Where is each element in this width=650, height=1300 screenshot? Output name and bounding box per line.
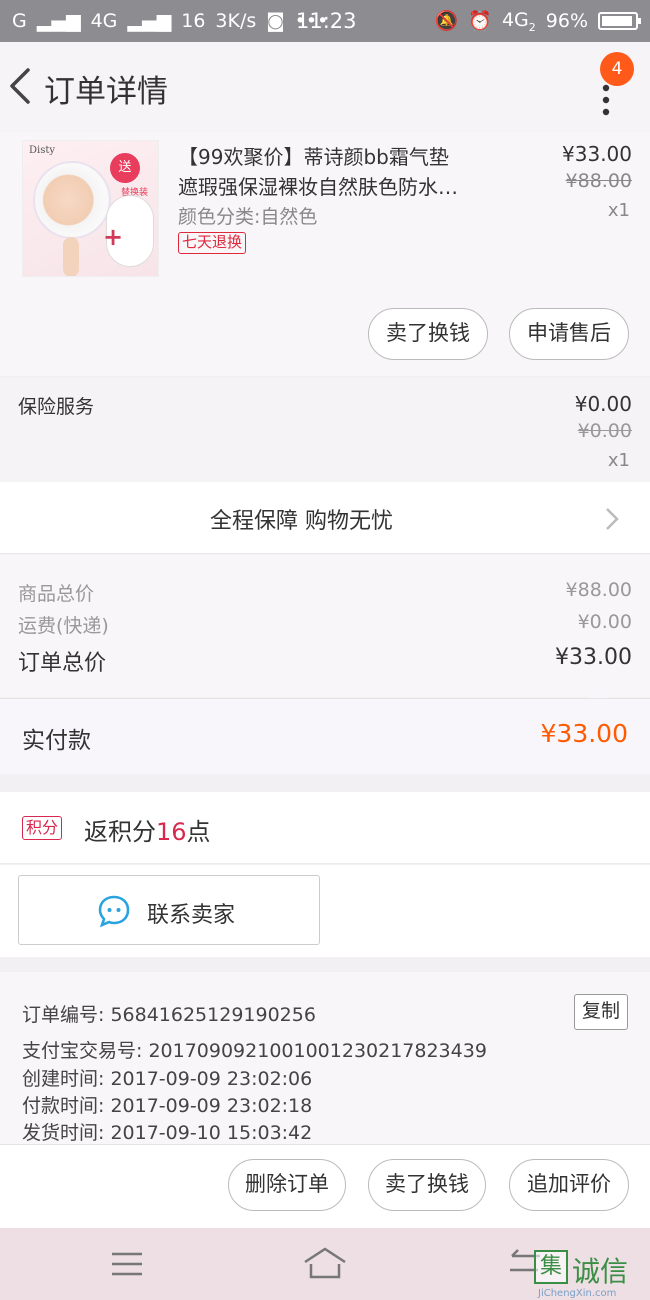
network-2: 16	[181, 10, 206, 32]
watermark-text: 诚信	[572, 1255, 629, 1288]
order-total-value: ¥33.00	[555, 645, 632, 670]
brand-logo: Disty	[29, 145, 56, 156]
return-policy-tag: 七天退换	[178, 232, 247, 254]
contact-section: 联系卖家	[0, 865, 650, 957]
product-card[interactable]: Disty 送 替换装 + 【99欢聚价】蒂诗颜bb霜气垫 遮瑕强保湿裸妆自然肤…	[0, 132, 650, 376]
shipped-time: 发货时间: 2017-09-10 15:03:42	[22, 1122, 313, 1144]
copy-button[interactable]: 复制	[574, 994, 628, 1030]
bottom-action-bar: 删除订单 卖了换钱 追加评价	[0, 1144, 650, 1228]
chat-bubble-icon	[98, 895, 130, 928]
goods-total-label: 商品总价	[18, 583, 95, 605]
insurance-price: ¥0.00	[574, 392, 632, 416]
order-total-row: 订单总价 ¥33.00	[18, 645, 632, 677]
product-spec: 颜色分类:自然色	[178, 206, 318, 228]
plus-mark: +	[103, 223, 124, 251]
paid-amount-row: 实付款 ¥33.00	[0, 698, 650, 774]
menu-icon[interactable]	[110, 1250, 144, 1278]
order-detail-page: { "status_bar": { "carrier": "G", "netwo…	[0, 0, 650, 1300]
product-price: ¥33.00	[562, 142, 632, 166]
back-arrow-icon[interactable]	[6, 64, 38, 108]
shipping-row: 运费(快递) ¥0.00	[18, 611, 632, 638]
order-total-label: 订单总价	[18, 651, 107, 676]
signal-icon: ▂▄▆	[36, 10, 81, 32]
created-time: 创建时间: 2017-09-09 23:02:06	[22, 1068, 313, 1090]
battery-level: 96%	[545, 9, 588, 32]
network-1: 4G	[90, 10, 118, 32]
insurance-section: 保险服务 ¥0.00 ¥0.00 x1	[0, 378, 650, 482]
signal-icon: ▂▄▆	[127, 10, 172, 32]
watermark-url: JiChengXin.com	[538, 1288, 617, 1299]
points-tag: 积分	[22, 816, 63, 840]
order-number: 订单编号: 56841625129190256	[22, 1004, 316, 1026]
nav-header: 订单详情	[0, 42, 650, 132]
shipping-value: ¥0.00	[577, 611, 632, 633]
shipping-label: 运费(快递)	[18, 615, 109, 637]
product-original-price: ¥88.00	[565, 170, 632, 192]
cushion-compact-image	[33, 161, 111, 239]
app-icon: ◙	[266, 10, 285, 32]
points-number: 16	[156, 818, 187, 846]
carrier: G	[12, 10, 27, 32]
points-text: 返积分16点	[84, 818, 211, 846]
points-row: 积分 返积分16点	[0, 792, 650, 864]
insurance-label: 保险服务	[18, 396, 95, 418]
status-bar: G ▂▄▆ 4G ▂▄▆ 16 3K/s ◙ ••• 11:23 🔕 ⏰ 4G2…	[0, 0, 650, 42]
net-speed: 3K/s	[215, 10, 257, 32]
product-drop-image	[63, 237, 79, 276]
clock: 11:23	[296, 9, 357, 33]
goods-total-row: 商品总价 ¥88.00	[18, 579, 632, 606]
network-3: 4G2	[501, 8, 536, 34]
insurance-original-price: ¥0.00	[577, 420, 632, 442]
resell-bottom-button[interactable]: 卖了换钱	[368, 1159, 486, 1211]
add-review-button[interactable]: 追加评价	[509, 1159, 629, 1211]
product-image[interactable]: Disty 送 替换装 +	[22, 140, 159, 277]
product-quantity: x1	[607, 200, 630, 221]
paid-label: 实付款	[22, 728, 91, 754]
after-sale-button[interactable]: 申请售后	[509, 308, 629, 360]
product-title[interactable]: 【99欢聚价】蒂诗颜bb霜气垫 遮瑕强保湿裸妆自然肤色防水…	[178, 142, 488, 202]
notch-marker	[588, 688, 608, 698]
page-title: 订单详情	[44, 74, 168, 110]
price-summary: 商品总价 ¥88.00 运费(快递) ¥0.00 订单总价 ¥33.00	[0, 555, 650, 697]
order-info: 订单编号: 56841625129190256 支付宝交易号: 20170909…	[0, 972, 650, 1144]
contact-seller-button[interactable]: 联系卖家	[18, 875, 320, 945]
paid-value: ¥33.00	[540, 719, 628, 748]
alipay-trade-number: 支付宝交易号: 2017090921001001230217823439	[22, 1040, 487, 1062]
notification-badge: 4	[600, 52, 634, 86]
gift-badge: 送	[110, 153, 140, 183]
insurance-quantity: x1	[607, 450, 630, 471]
resell-button[interactable]: 卖了换钱	[368, 308, 488, 360]
watermark-logo: 集 诚信 JiChengXin.com	[534, 1250, 650, 1300]
guarantee-text: 全程保障 购物无忧	[210, 509, 393, 534]
guarantee-row[interactable]: 全程保障 购物无忧	[0, 482, 650, 554]
watermark-box: 集	[534, 1250, 568, 1284]
paid-time: 付款时间: 2017-09-09 23:02:18	[22, 1095, 313, 1117]
delete-order-button[interactable]: 删除订单	[228, 1159, 346, 1211]
mute-icon: 🔕	[434, 10, 459, 33]
chevron-right-icon	[606, 508, 619, 530]
alarm-icon: ⏰	[468, 10, 492, 33]
home-icon[interactable]	[302, 1246, 348, 1280]
contact-seller-label: 联系卖家	[147, 903, 236, 928]
goods-total-value: ¥88.00	[565, 579, 632, 601]
battery-icon	[598, 11, 641, 30]
